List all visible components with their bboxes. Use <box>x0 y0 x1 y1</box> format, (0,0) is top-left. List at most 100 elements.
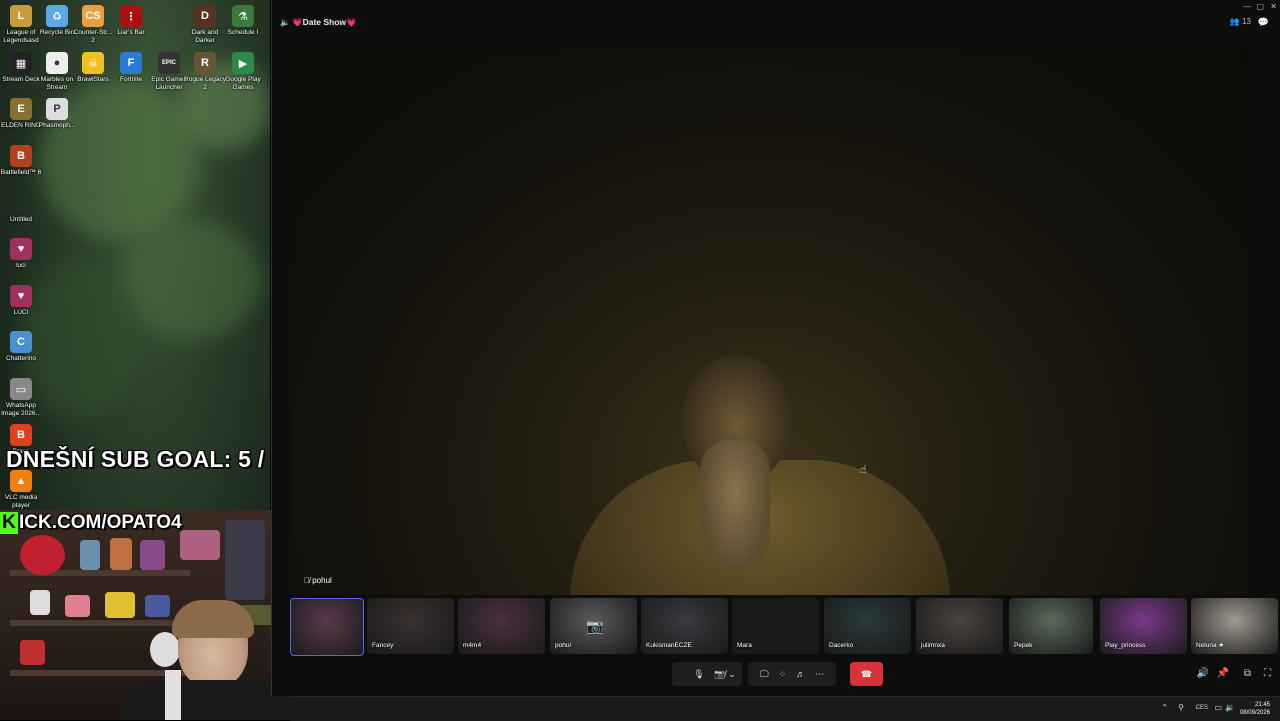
desktop-icon[interactable]: CS Counter-Str... 2 <box>72 5 114 44</box>
desktop-icon-label: Schedule I <box>227 29 259 36</box>
desktop-icon[interactable]: C Chatterino <box>0 331 42 363</box>
app-icon: ▦ <box>10 52 32 74</box>
participant-tile[interactable] <box>290 598 364 656</box>
desktop-icon-label: Phasmoph... <box>38 122 76 129</box>
participant-tile[interactable]: Pepek <box>1009 598 1093 654</box>
clock-time: 21:45 <box>1254 702 1270 708</box>
popout-icon[interactable]: ⧉ <box>1244 668 1251 679</box>
desktop-icon[interactable]: ☠ BrawlStars <box>72 52 114 84</box>
app-icon: ▭ <box>10 378 32 400</box>
figure <box>20 640 45 665</box>
language-indicator[interactable]: CES <box>1196 705 1208 711</box>
activity-toolbar: 🖵 ⁘ ♬ ⋯ <box>748 662 836 686</box>
desktop-icon[interactable]: Untitled <box>0 192 42 224</box>
viewer-count-number: 13 <box>1242 17 1251 26</box>
app-icon: B <box>10 424 32 446</box>
app-icon: ▶ <box>232 52 254 74</box>
clock-date: 08/09/2026 <box>1239 710 1270 716</box>
figure-box <box>110 538 132 570</box>
soundboard-icon[interactable]: ♬ <box>796 669 805 679</box>
taskbar: ⌃ ⚲ CES ▭ 🔉 21:45 08/09/2026 <box>290 696 1280 721</box>
participant-tile[interactable]: Neluna ★ <box>1191 598 1278 654</box>
desktop-icon[interactable]: ♥ luci <box>0 238 42 270</box>
participant-name: m4m4 <box>463 642 482 649</box>
desktop-icon[interactable]: B Battlefield™ 6 <box>0 145 42 177</box>
desktop-icon-label: BrawlStars <box>77 76 109 83</box>
network-icon[interactable]: ▭ <box>1214 703 1222 712</box>
figure <box>105 592 135 618</box>
participant-tile[interactable]: KukismanECZE <box>641 598 728 654</box>
participant-name: Dacerko <box>829 642 854 649</box>
chevron-up-icon[interactable]: ⌃ <box>1161 703 1168 712</box>
participant-tile[interactable]: Fancey <box>367 598 454 654</box>
desktop-icon[interactable]: ♥ LUCI <box>0 285 42 317</box>
app-icon: F <box>120 52 142 74</box>
desktop-icon-label: Dark and Darker <box>191 29 219 44</box>
desktop-icon[interactable]: ▲ VLC media player <box>0 470 42 509</box>
pin-icon[interactable]: 📌 <box>1217 668 1229 679</box>
app-icon: P <box>46 98 68 120</box>
more-icon[interactable]: ⋯ <box>815 669 824 680</box>
participant-tile[interactable]: julimnxa <box>916 598 1003 654</box>
speaker-name-label: 🎙̸ pohul <box>304 576 332 585</box>
desktop-icon[interactable]: D Dark and Darker <box>184 5 226 44</box>
viewer-count[interactable]: 👥 13 <box>1230 17 1251 26</box>
screen-share-icon[interactable]: 🖵 <box>760 669 769 680</box>
desktop-icon-label: Battlefield™ 6 <box>0 169 42 176</box>
camera-button[interactable]: 📷̸ ⌄ <box>708 662 742 686</box>
participant-name: Neluna ★ <box>1196 642 1225 649</box>
kick-logo-icon: K <box>0 512 18 534</box>
participant-tile[interactable]: Play_princess <box>1100 598 1187 654</box>
app-icon: E <box>10 98 32 120</box>
app-icon: ♥ <box>10 285 32 307</box>
activities-icon[interactable]: ⁘ <box>779 669 787 680</box>
participant-tile[interactable]: Mara <box>732 598 819 654</box>
app-icon: C <box>10 331 32 353</box>
streamer-jacket <box>120 680 290 720</box>
participant-name: Fancey <box>372 642 394 649</box>
call-controls: 🎙 ⌄ 📷̸ ⌄ 🖵 ⁘ ♬ ⋯ ☎ 🔊 📌 ⧉ ⛶ <box>272 662 1280 688</box>
camera-off-icon: 📷 <box>586 618 604 634</box>
desktop-icon[interactable]: ▭ WhatsApp Image 2026... <box>0 378 42 417</box>
clock[interactable]: 21:45 08/09/2026 <box>1240 701 1270 717</box>
desktop-icon-label: Liar's Bar <box>117 29 145 36</box>
desktop-icon-label: Untitled <box>9 216 33 223</box>
app-icon <box>10 192 32 214</box>
app-icon: EPIC <box>158 52 180 74</box>
figure <box>65 595 90 617</box>
main-video-feed[interactable] <box>290 50 1250 595</box>
desktop-icon[interactable]: ▶ Google Play Games <box>222 52 264 91</box>
desktop-icon[interactable]: F Fortnite <box>110 52 152 84</box>
participant-tile[interactable]: 📷 pohul <box>550 598 637 654</box>
poster <box>225 520 265 600</box>
desktop-icon[interactable]: P Phasmoph... <box>36 98 78 130</box>
app-icon: ♻ <box>46 5 68 27</box>
speaker-icon[interactable]: 🔉 <box>1225 703 1235 712</box>
participant-name: KukismanECZE <box>646 642 692 649</box>
fullscreen-icon[interactable]: ⛶ <box>1264 668 1271 679</box>
heart-pillow <box>20 535 65 575</box>
app-icon: ⋮ <box>120 5 142 27</box>
desktop-icon[interactable]: ⋮ Liar's Bar <box>110 5 152 37</box>
figure <box>30 590 50 615</box>
volume-icon[interactable]: 🔊 <box>1197 668 1209 679</box>
desktop-icon-label: luci <box>16 262 26 269</box>
bluetooth-icon[interactable]: ⚲ <box>1178 703 1184 712</box>
streamer-webcam <box>0 510 290 720</box>
volume-icon[interactable]: 🔈 <box>280 18 290 27</box>
jacket-stripe <box>165 670 181 720</box>
desktop-icon[interactable]: ⚗ Schedule I <box>222 5 264 37</box>
app-icon: L <box>10 5 32 27</box>
participant-tile[interactable]: m4m4 <box>458 598 545 654</box>
streamer-hair <box>172 600 254 638</box>
app-icon: B <box>10 145 32 167</box>
desktop-icon-label: VLC media player <box>4 494 38 509</box>
chat-icon[interactable]: 💬 <box>1258 17 1269 28</box>
desktop-icon-label: Fortnite <box>119 76 143 83</box>
desktop-icon-label: Rogue Legacy 2 <box>184 76 226 91</box>
end-call-button[interactable]: ☎ <box>850 662 883 686</box>
participant-strip: Fancey m4m4 📷 pohul KukismanECZE Mara Dacerko j… <box>290 598 1280 656</box>
desktop-icon-label: Google Play Games <box>225 76 261 91</box>
desktop-icon[interactable]: R Rogue Legacy 2 <box>184 52 226 91</box>
participant-tile[interactable]: Dacerko <box>824 598 911 654</box>
